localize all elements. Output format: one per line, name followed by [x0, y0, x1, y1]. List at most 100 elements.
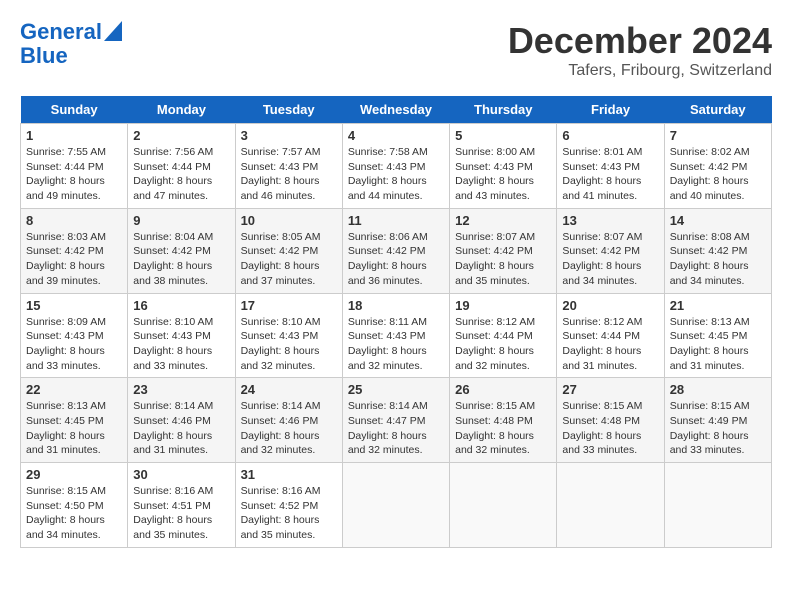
day-number: 28 — [670, 382, 766, 397]
day-content: Sunrise: 7:58 AM Sunset: 4:43 PM Dayligh… — [348, 145, 444, 204]
day-content: Sunrise: 8:15 AM Sunset: 4:49 PM Dayligh… — [670, 399, 766, 458]
day-content: Sunrise: 8:14 AM Sunset: 4:46 PM Dayligh… — [133, 399, 229, 458]
day-content: Sunrise: 8:07 AM Sunset: 4:42 PM Dayligh… — [562, 230, 658, 289]
calendar-cell: 16Sunrise: 8:10 AM Sunset: 4:43 PM Dayli… — [128, 293, 235, 378]
day-number: 13 — [562, 213, 658, 228]
day-content: Sunrise: 8:10 AM Sunset: 4:43 PM Dayligh… — [133, 315, 229, 374]
calendar-cell: 20Sunrise: 8:12 AM Sunset: 4:44 PM Dayli… — [557, 293, 664, 378]
calendar-cell: 1 Sunrise: 7:55 AM Sunset: 4:44 PM Daylig… — [21, 124, 128, 209]
calendar-cell: 9 Sunrise: 8:04 AM Sunset: 4:42 PM Daylig… — [128, 208, 235, 293]
day-number: 19 — [455, 298, 551, 313]
day-content: Sunrise: 8:08 AM Sunset: 4:42 PM Dayligh… — [670, 230, 766, 289]
calendar-cell — [664, 463, 771, 548]
calendar-cell: 26 Sunrise: 8:15 AM Sunset: 4:48 PM Dayli… — [450, 378, 557, 463]
week-row-5: 29Sunrise: 8:15 AM Sunset: 4:50 PM Dayli… — [21, 463, 772, 548]
calendar-cell: 13 Sunrise: 8:07 AM Sunset: 4:42 PM Dayli… — [557, 208, 664, 293]
day-number: 29 — [26, 467, 122, 482]
day-number: 24 — [241, 382, 337, 397]
calendar-cell: 18 Sunrise: 8:11 AM Sunset: 4:43 PM Dayli… — [342, 293, 449, 378]
calendar-cell — [450, 463, 557, 548]
day-number: 14 — [670, 213, 766, 228]
day-number: 4 — [348, 128, 444, 143]
day-content: Sunrise: 8:11 AM Sunset: 4:43 PM Dayligh… — [348, 315, 444, 374]
weekday-header-friday: Friday — [557, 96, 664, 124]
weekday-header-tuesday: Tuesday — [235, 96, 342, 124]
day-number: 9 — [133, 213, 229, 228]
logo-triangle-icon — [104, 21, 122, 41]
day-number: 1 — [26, 128, 122, 143]
calendar-cell: 10Sunrise: 8:05 AM Sunset: 4:42 PM Dayli… — [235, 208, 342, 293]
day-content: Sunrise: 8:09 AM Sunset: 4:43 PM Dayligh… — [26, 315, 122, 374]
header: General Blue December 2024 Tafers, Fribo… — [20, 20, 772, 80]
weekday-header-sunday: Sunday — [21, 96, 128, 124]
calendar-cell: 31Sunrise: 8:16 AM Sunset: 4:52 PM Dayli… — [235, 463, 342, 548]
day-number: 8 — [26, 213, 122, 228]
weekday-header-wednesday: Wednesday — [342, 96, 449, 124]
day-number: 20 — [562, 298, 658, 313]
day-number: 22 — [26, 382, 122, 397]
calendar-cell: 3 Sunrise: 7:57 AM Sunset: 4:43 PM Daylig… — [235, 124, 342, 209]
day-content: Sunrise: 8:07 AM Sunset: 4:42 PM Dayligh… — [455, 230, 551, 289]
calendar-cell: 15 Sunrise: 8:09 AM Sunset: 4:43 PM Dayli… — [21, 293, 128, 378]
calendar-cell: 29Sunrise: 8:15 AM Sunset: 4:50 PM Dayli… — [21, 463, 128, 548]
calendar-cell: 17 Sunrise: 8:10 AM Sunset: 4:43 PM Dayli… — [235, 293, 342, 378]
week-row-4: 22 Sunrise: 8:13 AM Sunset: 4:45 PM Dayli… — [21, 378, 772, 463]
day-number: 6 — [562, 128, 658, 143]
day-number: 31 — [241, 467, 337, 482]
day-number: 26 — [455, 382, 551, 397]
day-content: Sunrise: 8:06 AM Sunset: 4:42 PM Dayligh… — [348, 230, 444, 289]
calendar-cell: 12 Sunrise: 8:07 AM Sunset: 4:42 PM Dayli… — [450, 208, 557, 293]
day-content: Sunrise: 7:57 AM Sunset: 4:43 PM Dayligh… — [241, 145, 337, 204]
day-content: Sunrise: 8:04 AM Sunset: 4:42 PM Dayligh… — [133, 230, 229, 289]
day-number: 7 — [670, 128, 766, 143]
day-content: Sunrise: 8:14 AM Sunset: 4:46 PM Dayligh… — [241, 399, 337, 458]
day-content: Sunrise: 8:13 AM Sunset: 4:45 PM Dayligh… — [26, 399, 122, 458]
day-number: 27 — [562, 382, 658, 397]
calendar-cell: 11 Sunrise: 8:06 AM Sunset: 4:42 PM Dayli… — [342, 208, 449, 293]
calendar-cell: 24 Sunrise: 8:14 AM Sunset: 4:46 PM Dayli… — [235, 378, 342, 463]
calendar-cell: 2 Sunrise: 7:56 AM Sunset: 4:44 PM Daylig… — [128, 124, 235, 209]
day-number: 5 — [455, 128, 551, 143]
month-title: December 2024 — [508, 20, 772, 62]
day-content: Sunrise: 8:00 AM Sunset: 4:43 PM Dayligh… — [455, 145, 551, 204]
day-content: Sunrise: 8:02 AM Sunset: 4:42 PM Dayligh… — [670, 145, 766, 204]
week-row-1: 1 Sunrise: 7:55 AM Sunset: 4:44 PM Daylig… — [21, 124, 772, 209]
day-number: 2 — [133, 128, 229, 143]
day-number: 21 — [670, 298, 766, 313]
calendar-cell: 19 Sunrise: 8:12 AM Sunset: 4:44 PM Dayli… — [450, 293, 557, 378]
week-row-2: 8 Sunrise: 8:03 AM Sunset: 4:42 PM Daylig… — [21, 208, 772, 293]
day-content: Sunrise: 8:12 AM Sunset: 4:44 PM Dayligh… — [455, 315, 551, 374]
day-number: 23 — [133, 382, 229, 397]
day-number: 3 — [241, 128, 337, 143]
day-number: 25 — [348, 382, 444, 397]
day-content: Sunrise: 8:15 AM Sunset: 4:48 PM Dayligh… — [455, 399, 551, 458]
calendar-cell: 25 Sunrise: 8:14 AM Sunset: 4:47 PM Dayli… — [342, 378, 449, 463]
day-content: Sunrise: 8:10 AM Sunset: 4:43 PM Dayligh… — [241, 315, 337, 374]
weekday-header-monday: Monday — [128, 96, 235, 124]
day-number: 18 — [348, 298, 444, 313]
calendar-cell: 28 Sunrise: 8:15 AM Sunset: 4:49 PM Dayli… — [664, 378, 771, 463]
day-content: Sunrise: 8:03 AM Sunset: 4:42 PM Dayligh… — [26, 230, 122, 289]
logo-blue-text: Blue — [20, 44, 68, 68]
day-content: Sunrise: 8:16 AM Sunset: 4:51 PM Dayligh… — [133, 484, 229, 543]
calendar-cell: 8 Sunrise: 8:03 AM Sunset: 4:42 PM Daylig… — [21, 208, 128, 293]
day-content: Sunrise: 7:56 AM Sunset: 4:44 PM Dayligh… — [133, 145, 229, 204]
week-row-3: 15 Sunrise: 8:09 AM Sunset: 4:43 PM Dayli… — [21, 293, 772, 378]
calendar-cell: 27 Sunrise: 8:15 AM Sunset: 4:48 PM Dayli… — [557, 378, 664, 463]
logo-text: General — [20, 20, 102, 44]
calendar-cell: 14 Sunrise: 8:08 AM Sunset: 4:42 PM Dayli… — [664, 208, 771, 293]
day-content: Sunrise: 8:15 AM Sunset: 4:48 PM Dayligh… — [562, 399, 658, 458]
day-content: Sunrise: 8:14 AM Sunset: 4:47 PM Dayligh… — [348, 399, 444, 458]
day-number: 17 — [241, 298, 337, 313]
day-number: 12 — [455, 213, 551, 228]
calendar-cell — [557, 463, 664, 548]
day-content: Sunrise: 7:55 AM Sunset: 4:44 PM Dayligh… — [26, 145, 122, 204]
day-content: Sunrise: 8:13 AM Sunset: 4:45 PM Dayligh… — [670, 315, 766, 374]
calendar-cell: 22 Sunrise: 8:13 AM Sunset: 4:45 PM Dayli… — [21, 378, 128, 463]
calendar-cell — [342, 463, 449, 548]
day-number: 15 — [26, 298, 122, 313]
day-number: 30 — [133, 467, 229, 482]
weekday-header-row: SundayMondayTuesdayWednesdayThursdayFrid… — [21, 96, 772, 124]
logo: General Blue — [20, 20, 122, 68]
day-number: 11 — [348, 213, 444, 228]
